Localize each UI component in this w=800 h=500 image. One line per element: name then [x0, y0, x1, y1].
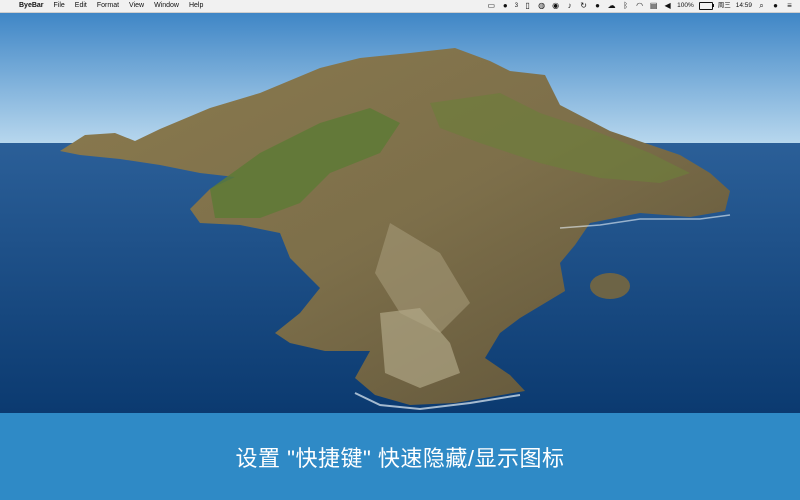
menu-format[interactable]: Format — [92, 0, 124, 12]
menu-bar: ByeBar File Edit Format View Window Help… — [0, 0, 800, 13]
bluetooth-icon[interactable]: ᛒ — [621, 2, 630, 10]
cloud-icon[interactable]: ☁ — [607, 2, 616, 10]
status-tray: ▭ ● 3 ▯ ◍ ◉ ♪ ↻ ● ☁ ᛒ ◠ ▤ ◀ 100% 周三 14:5… — [487, 0, 800, 12]
music-icon[interactable]: ♪ — [565, 2, 574, 10]
menu-help[interactable]: Help — [184, 0, 208, 12]
menu-window[interactable]: Window — [149, 0, 184, 12]
clipboard-icon[interactable]: ◍ — [537, 2, 546, 10]
notification-count: 3 — [514, 3, 519, 9]
feature-banner: 设置 "快捷键" 快速隐藏/显示图标 — [0, 413, 800, 500]
document-icon[interactable]: ▯ — [523, 2, 532, 10]
user-avatar-icon[interactable]: ● — [771, 2, 780, 10]
clock-time[interactable]: 14:59 — [736, 0, 752, 12]
spotlight-search-icon[interactable]: ⌕ — [757, 2, 766, 10]
clock-day[interactable]: 周三 — [718, 0, 731, 12]
desktop-wallpaper — [0, 13, 800, 413]
battery-percent[interactable]: 100% — [677, 0, 694, 12]
screenshot-icon[interactable]: ▭ — [487, 2, 496, 10]
menu-edit[interactable]: Edit — [70, 0, 92, 12]
menu-file[interactable]: File — [49, 0, 70, 12]
banner-caption: 设置 "快捷键" 快速隐藏/显示图标 — [235, 445, 565, 471]
wifi-icon[interactable]: ◠ — [635, 2, 644, 10]
volume-icon[interactable]: ◀ — [663, 2, 672, 10]
wechat-icon[interactable]: ● — [501, 2, 510, 10]
sync-icon[interactable]: ↻ — [579, 2, 588, 10]
island-landscape — [0, 13, 800, 413]
input-source-flag-icon[interactable]: ▤ — [649, 2, 658, 10]
menu-view[interactable]: View — [124, 0, 149, 12]
record-icon[interactable]: ◉ — [551, 2, 560, 10]
menu-app-name[interactable]: ByeBar — [14, 0, 49, 12]
battery-icon[interactable] — [698, 2, 714, 10]
notification-center-icon[interactable]: ≡ — [785, 2, 794, 10]
disk-icon[interactable]: ● — [593, 2, 602, 10]
